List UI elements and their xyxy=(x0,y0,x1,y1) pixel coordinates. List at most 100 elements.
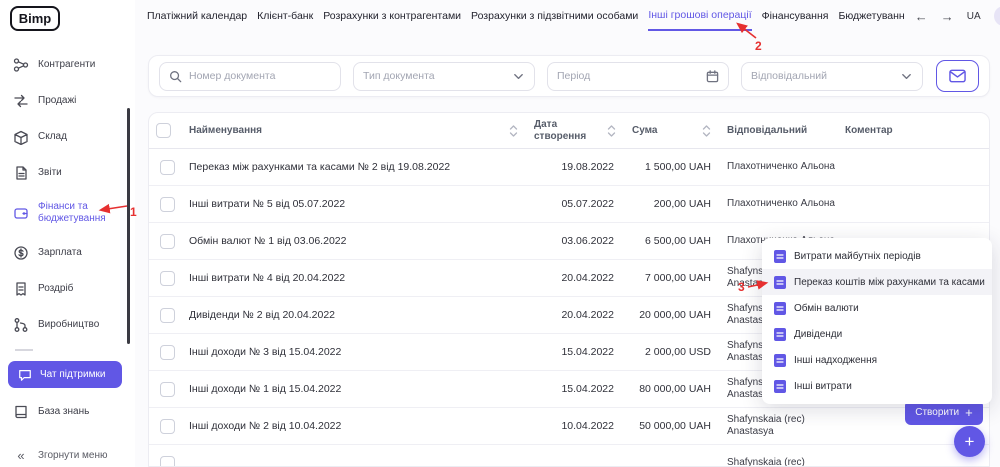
tab-other-money-operations[interactable]: Інші грошові операції xyxy=(648,1,751,31)
sidebar-item-reports[interactable]: Звіти xyxy=(0,155,135,191)
cell-date: 03.06.2022 xyxy=(530,235,628,247)
tabs-scroll-left-icon[interactable]: ← xyxy=(915,9,928,24)
row-checkbox[interactable] xyxy=(160,234,175,249)
tab-budgeting[interactable]: Бюджетуванн xyxy=(838,1,904,31)
retail-icon xyxy=(13,281,29,297)
sidebar-item-retail[interactable]: Роздріб xyxy=(0,271,135,307)
sidebar-item-sales[interactable]: Продажі xyxy=(0,83,135,119)
cell-responsible: Плахотниченко Альона xyxy=(723,161,841,174)
column-header-name[interactable]: Найменування xyxy=(185,124,530,138)
document-icon xyxy=(774,328,786,341)
tab-payment-calendar[interactable]: Платіжний календар xyxy=(147,1,247,31)
search-icon xyxy=(169,70,182,83)
table-row[interactable]: Shafynskaia (rec) xyxy=(149,445,989,467)
column-label: Найменування xyxy=(189,125,262,137)
chevron-down-icon xyxy=(512,70,525,83)
menu-item-transfer-between-accounts[interactable]: Переказ коштів між рахунками та касами xyxy=(762,269,992,295)
tab-label: Платіжний календар xyxy=(147,10,247,22)
document-icon xyxy=(774,380,786,393)
tab-financing[interactable]: Фінансування xyxy=(762,1,829,31)
chat-support-button[interactable]: Чат підтримки xyxy=(8,361,122,388)
menu-item-dividends[interactable]: Дивіденди xyxy=(762,321,992,347)
tab-accountable-settlements[interactable]: Розрахунки з підзвітними особами xyxy=(471,1,638,31)
menu-item-future-expenses[interactable]: Витрати майбутніх періодів xyxy=(762,243,992,269)
book-icon xyxy=(13,404,29,420)
tab-client-bank[interactable]: Клієнт-банк xyxy=(257,1,313,31)
tab-counterparty-settlements[interactable]: Розрахунки з контрагентами xyxy=(323,1,461,31)
sidebar-item-label: Контрагенти xyxy=(38,59,95,71)
column-label: Відповідальний xyxy=(727,125,807,137)
row-checkbox[interactable] xyxy=(160,160,175,175)
sidebar-item-counterparties[interactable]: Контрагенти xyxy=(0,47,135,83)
cell-sum: 1 500,00 UAH xyxy=(628,161,723,173)
sidebar-item-label: Продажі xyxy=(38,95,76,107)
cell-name: Дивіденди № 2 від 20.04.2022 xyxy=(185,309,530,321)
search-input[interactable] xyxy=(189,70,331,82)
document-type-dropdown[interactable]: Тип документа xyxy=(353,62,535,91)
row-checkbox[interactable] xyxy=(160,456,175,467)
row-checkbox[interactable] xyxy=(160,382,175,397)
period-input[interactable]: Період xyxy=(547,62,729,91)
row-checkbox[interactable] xyxy=(160,419,175,434)
responsible-value: Відповідальний xyxy=(751,70,893,82)
sidebar-item-warehouse[interactable]: Склад xyxy=(0,119,135,155)
cell-responsible: Плахотниченко Альона xyxy=(723,198,841,211)
document-icon xyxy=(774,276,786,289)
document-type-value: Тип документа xyxy=(363,70,505,82)
cell-date: 05.07.2022 xyxy=(530,198,628,210)
sort-icon xyxy=(702,124,711,138)
period-value: Період xyxy=(557,70,699,82)
mail-filter-button[interactable] xyxy=(936,60,979,92)
document-number-search[interactable] xyxy=(159,62,341,91)
fab-create-button[interactable]: + xyxy=(954,426,985,457)
cell-name: Інші витрати № 5 від 05.07.2022 xyxy=(185,198,530,210)
menu-item-currency-exchange[interactable]: Обмін валюти xyxy=(762,295,992,321)
collapse-menu-button[interactable]: « Згорнути меню xyxy=(0,438,135,467)
menu-item-other-income[interactable]: Інші надходження xyxy=(762,347,992,373)
app-window: Bimp Контрагенти Продажі Склад Звіти Фін… xyxy=(0,0,1000,467)
topnav-right-group: ← → UA A xyxy=(915,6,1000,26)
collapse-label: Згорнути меню xyxy=(38,450,108,462)
table-row[interactable]: Інші доходи № 2 від 10.04.2022 10.04.202… xyxy=(149,408,989,445)
table-row[interactable]: Переказ між рахунками та касами № 2 від … xyxy=(149,149,989,186)
language-selector[interactable]: UA xyxy=(967,11,981,22)
sidebar-item-production[interactable]: Виробництво xyxy=(0,307,135,343)
column-header-date[interactable]: Дата створення xyxy=(530,119,628,142)
column-label: Сума xyxy=(632,125,657,137)
cell-name: Інші витрати № 4 від 20.04.2022 xyxy=(185,272,530,284)
reports-icon xyxy=(13,165,29,181)
row-checkbox[interactable] xyxy=(160,271,175,286)
row-checkbox[interactable] xyxy=(160,197,175,212)
tabs-scroll-right-icon[interactable]: → xyxy=(941,9,954,24)
document-icon xyxy=(774,250,786,263)
menu-item-other-expenses[interactable]: Інші витрати xyxy=(762,373,992,399)
tab-label: Інші грошові операції xyxy=(648,9,751,21)
column-header-sum[interactable]: Сума xyxy=(628,124,723,138)
sidebar-item-salary[interactable]: Зарплата xyxy=(0,235,135,271)
cell-responsible: Shafynskaia (rec) Anastasya xyxy=(723,414,841,439)
chat-icon xyxy=(18,368,32,382)
cell-date: 20.04.2022 xyxy=(530,272,628,284)
responsible-dropdown[interactable]: Відповідальний xyxy=(741,62,923,91)
sidebar-scrollbar[interactable] xyxy=(127,108,130,344)
sidebar-item-label: Склад xyxy=(38,131,67,143)
select-all-checkbox[interactable] xyxy=(156,123,171,138)
annotation-label-2: 2 xyxy=(755,39,762,53)
tab-label: Розрахунки з підзвітними особами xyxy=(471,10,638,22)
table-header-checkbox-cell xyxy=(149,123,185,138)
table-row[interactable]: Інші витрати № 5 від 05.07.2022 05.07.20… xyxy=(149,186,989,223)
sidebar-item-knowledge-base[interactable]: База знань xyxy=(0,394,135,430)
app-logo: Bimp xyxy=(10,6,60,31)
sidebar-item-finance[interactable]: Фінанси та бюджетування xyxy=(0,191,135,235)
menu-item-label: Обмін валюти xyxy=(794,303,859,314)
row-checkbox[interactable] xyxy=(160,345,175,360)
sales-icon xyxy=(13,93,29,109)
cell-date: 15.04.2022 xyxy=(530,346,628,358)
menu-item-label: Переказ коштів між рахунками та касами xyxy=(794,277,985,288)
user-avatar[interactable]: A xyxy=(994,6,1000,26)
sidebar: Bimp Контрагенти Продажі Склад Звіти Фін… xyxy=(0,0,135,467)
sidebar-item-label: Виробництво xyxy=(38,319,99,331)
row-checkbox[interactable] xyxy=(160,308,175,323)
chat-support-label: Чат підтримки xyxy=(40,369,105,380)
calendar-icon xyxy=(706,70,719,83)
